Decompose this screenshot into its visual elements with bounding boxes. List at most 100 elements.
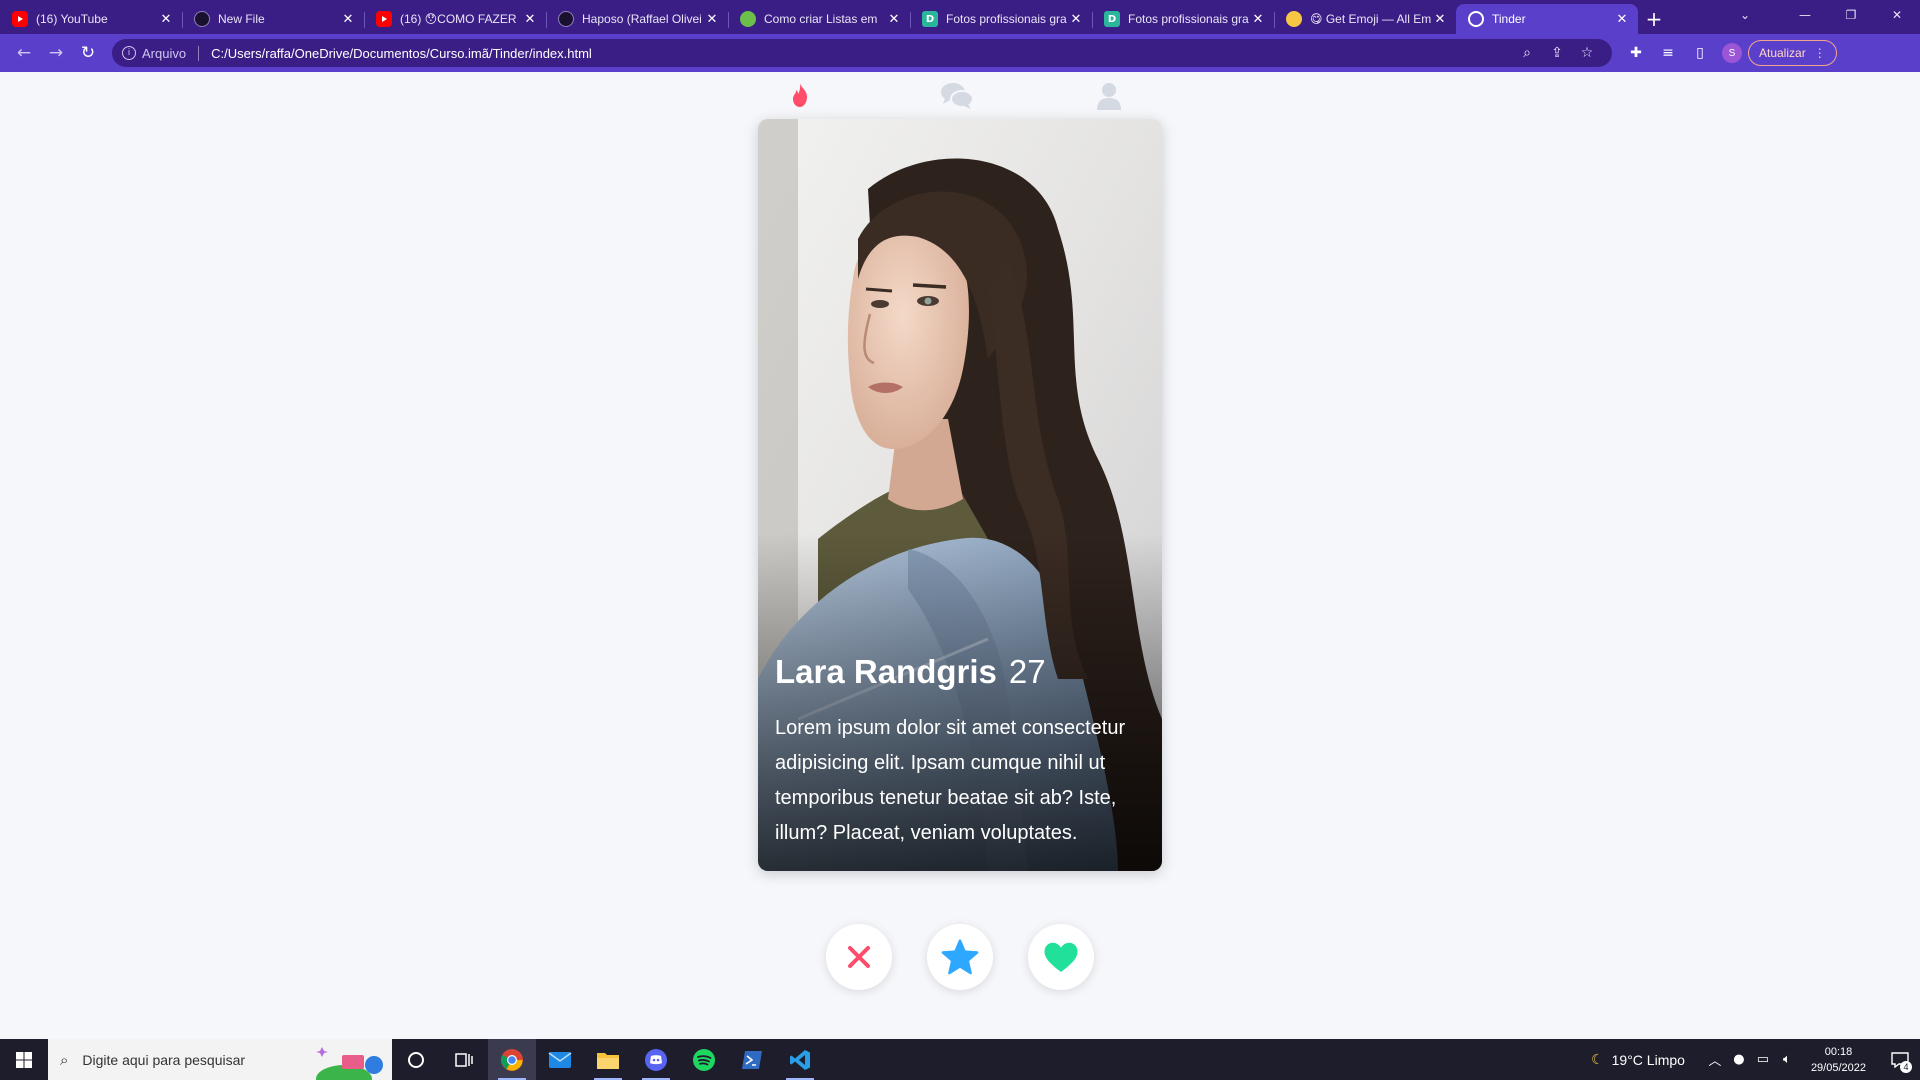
microphone-icon[interactable]: ● [1727, 1052, 1751, 1067]
restore-icon[interactable]: ❐ [1828, 0, 1874, 30]
search-icon: ⌕ [60, 1050, 69, 1069]
close-icon[interactable]: ✕ [158, 11, 174, 27]
close-icon[interactable]: ✕ [886, 11, 902, 27]
close-icon[interactable]: ✕ [1250, 11, 1266, 27]
user-icon[interactable] [1096, 82, 1122, 110]
cortana-button[interactable] [392, 1039, 440, 1080]
clock-date: 29/05/2022 [1810, 1061, 1866, 1074]
chrome-icon [501, 1048, 523, 1071]
notification-center-button[interactable]: 4 [1880, 1039, 1920, 1080]
tab-listas[interactable]: Como criar Listas em ✕ [728, 4, 910, 34]
taskbar-vscode[interactable] [776, 1039, 824, 1080]
tab-tinder[interactable]: Tinder ✕ [1456, 4, 1638, 34]
close-icon[interactable]: ✕ [1068, 11, 1084, 27]
chevron-up-icon[interactable]: ︿ [1703, 1050, 1727, 1069]
tab-title: New File [218, 12, 265, 26]
close-icon[interactable]: ✕ [1432, 11, 1448, 27]
spotify-icon [693, 1048, 715, 1071]
green-globe-icon [740, 11, 756, 27]
share-icon[interactable]: ⇪ [1542, 45, 1572, 61]
notification-count: 4 [1900, 1061, 1912, 1073]
chat-icon[interactable] [940, 82, 974, 110]
tab-title: 😋 Get Emoji — All Em [1310, 12, 1432, 26]
back-arrow-icon[interactable]: ← [8, 37, 40, 69]
address-scheme: Arquivo [142, 45, 200, 61]
like-button[interactable] [1028, 924, 1094, 990]
github-icon [194, 11, 210, 27]
minimize-icon[interactable]: — [1782, 0, 1828, 30]
windows-logo-icon [16, 1051, 32, 1068]
d-logo-icon: D [1104, 11, 1120, 27]
globe-icon [1468, 11, 1484, 27]
tab-title: Fotos profissionais gra [946, 12, 1067, 26]
update-label: Atualizar [1759, 46, 1806, 60]
info-icon[interactable]: i [122, 46, 136, 60]
close-icon[interactable]: ✕ [340, 11, 356, 27]
tinder-page: Lara Randgris 27 Lorem ipsum dolor sit a… [0, 72, 1920, 1039]
reload-icon[interactable]: ↻ [72, 37, 104, 69]
extensions-icon[interactable]: ✚ [1620, 37, 1652, 69]
folder-icon [597, 1052, 619, 1069]
tab-get-emoji[interactable]: 😋 Get Emoji — All Em ✕ [1274, 4, 1456, 34]
profile-card[interactable]: Lara Randgris 27 Lorem ipsum dolor sit a… [758, 119, 1162, 871]
vscode-icon [790, 1049, 810, 1070]
side-panel-icon[interactable]: ▯ [1684, 37, 1716, 69]
task-view-button[interactable] [440, 1039, 488, 1080]
taskbar-file-explorer[interactable] [584, 1039, 632, 1080]
profile-age: 27 [1008, 653, 1046, 690]
taskbar-chrome[interactable] [488, 1039, 536, 1080]
nope-button[interactable] [826, 924, 892, 990]
taskbar-mail[interactable] [536, 1039, 584, 1080]
tab-youtube-video[interactable]: (16) 😯COMO FAZER ✕ [364, 4, 546, 34]
forward-arrow-icon[interactable]: → [40, 37, 72, 69]
tab-title: (16) 😯COMO FAZER [400, 12, 517, 26]
super-like-button[interactable] [927, 924, 993, 990]
media-queue-icon[interactable]: ≡ [1652, 37, 1684, 69]
address-url[interactable]: C:/Users/raffa/OneDrive/Documentos/Curso… [211, 46, 1512, 61]
flame-icon[interactable] [790, 82, 810, 108]
taskbar-discord[interactable] [632, 1039, 680, 1080]
update-button[interactable]: Atualizar ⋮ [1748, 40, 1837, 66]
network-icon[interactable]: ▭ [1751, 1052, 1775, 1067]
zoom-icon[interactable]: ⌕ [1512, 45, 1542, 61]
cortana-circle-icon [408, 1051, 424, 1068]
search-placeholder: Digite aqui para pesquisar [82, 1051, 246, 1068]
browser-tab-bar: (16) YouTube ✕ New File ✕ (16) 😯COMO FAZ… [0, 0, 1920, 34]
tab-title: Fotos profissionais gra [1128, 12, 1249, 26]
profile-info: Lara Randgris 27 Lorem ipsum dolor sit a… [775, 653, 1145, 851]
emoji-icon [1286, 11, 1302, 27]
bookmark-star-icon[interactable]: ☆ [1572, 45, 1602, 61]
windows-taskbar: ⌕ Digite aqui para pesquisar ☾ 19°C Limp… [0, 1039, 1920, 1080]
taskbar-spotify[interactable] [680, 1039, 728, 1080]
window-close-icon[interactable]: ✕ [1874, 0, 1920, 30]
search-highlight-illustration-icon [316, 1047, 383, 1080]
taskbar-powershell[interactable] [728, 1039, 776, 1080]
close-icon[interactable]: ✕ [1614, 11, 1630, 27]
profile-name: Lara Randgris [775, 653, 997, 690]
profile-bio: Lorem ipsum dolor sit amet consectetur a… [775, 717, 1126, 844]
close-icon[interactable]: ✕ [522, 11, 538, 27]
tab-fotos-2[interactable]: D Fotos profissionais gra ✕ [1092, 4, 1274, 34]
tab-new-file[interactable]: New File ✕ [182, 4, 364, 34]
task-view-icon [455, 1052, 473, 1067]
volume-icon[interactable]: 🔈︎ [1775, 1052, 1799, 1067]
tab-fotos-1[interactable]: D Fotos profissionais gra ✕ [910, 4, 1092, 34]
system-tray: ☾ 19°C Limpo ︿ ● ▭ 🔈︎ 00:18 29/05/2022 4 [1591, 1039, 1920, 1080]
action-buttons [826, 924, 1094, 990]
new-tab-button[interactable]: + [1638, 4, 1670, 34]
taskbar-search-box[interactable]: ⌕ Digite aqui para pesquisar [48, 1039, 392, 1080]
star-icon [941, 939, 979, 975]
tab-github-profile[interactable]: Haposo (Raffael Olivei ✕ [546, 4, 728, 34]
tab-search-icon[interactable]: ⌄ [1722, 0, 1768, 30]
address-bar[interactable]: i Arquivo C:/Users/raffa/OneDrive/Docume… [112, 39, 1612, 67]
close-icon[interactable]: ✕ [704, 11, 720, 27]
tab-youtube[interactable]: (16) YouTube ✕ [0, 4, 182, 34]
github-icon [558, 11, 574, 27]
profile-avatar[interactable]: S [1722, 43, 1742, 63]
tab-title: (16) YouTube [36, 12, 108, 26]
system-clock[interactable]: 00:18 29/05/2022 [1811, 1044, 1866, 1076]
windows-start-button[interactable] [0, 1039, 48, 1080]
weather-widget[interactable]: ☾ 19°C Limpo [1591, 1052, 1685, 1068]
youtube-icon [376, 11, 392, 27]
more-menu-icon: ⋮ [1813, 46, 1826, 60]
